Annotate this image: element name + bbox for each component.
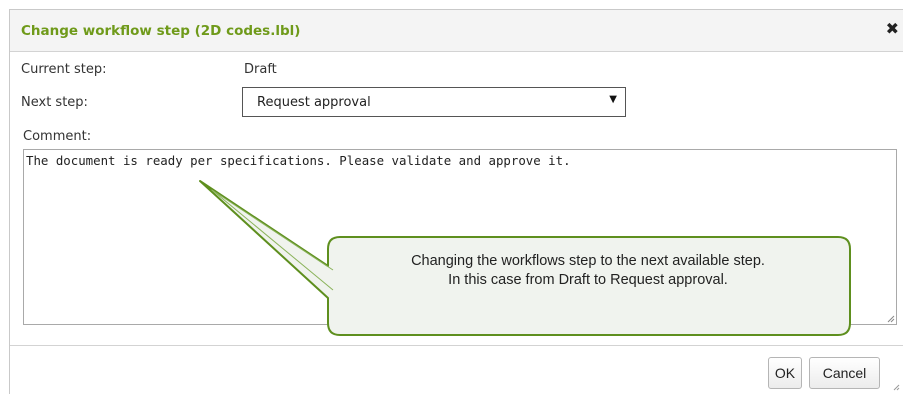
resize-grip-icon[interactable] bbox=[886, 314, 895, 323]
next-step-label: Next step: bbox=[21, 95, 88, 110]
comment-label: Comment: bbox=[23, 129, 92, 144]
dialog-title: Change workflow step (2D codes.lbl) bbox=[21, 23, 301, 39]
current-step-value: Draft bbox=[244, 62, 277, 77]
callout-line-2: In this case from Draft to Request appro… bbox=[448, 272, 728, 288]
callout-text: Changing the workflows step to the next … bbox=[323, 252, 853, 290]
comment-textarea[interactable]: The document is ready per specifications… bbox=[23, 149, 897, 325]
comment-text: The document is ready per specifications… bbox=[26, 153, 571, 168]
dropdown-arrow-icon: ▼ bbox=[609, 94, 617, 105]
dialog-resize-icon[interactable] bbox=[892, 383, 900, 391]
next-step-selected-value: Request approval bbox=[257, 95, 371, 110]
cancel-button[interactable]: Cancel bbox=[809, 357, 880, 389]
footer-divider bbox=[10, 345, 903, 346]
next-step-select[interactable]: Request approval ▼ bbox=[242, 87, 626, 117]
close-icon[interactable]: ✖ bbox=[886, 21, 899, 37]
dialog-titlebar: Change workflow step (2D codes.lbl) ✖ bbox=[10, 10, 903, 52]
current-step-label: Current step: bbox=[21, 62, 107, 77]
ok-button[interactable]: OK bbox=[768, 357, 802, 389]
callout-line-1: Changing the workflows step to the next … bbox=[411, 253, 765, 269]
change-workflow-dialog: Change workflow step (2D codes.lbl) ✖ Cu… bbox=[9, 9, 903, 394]
